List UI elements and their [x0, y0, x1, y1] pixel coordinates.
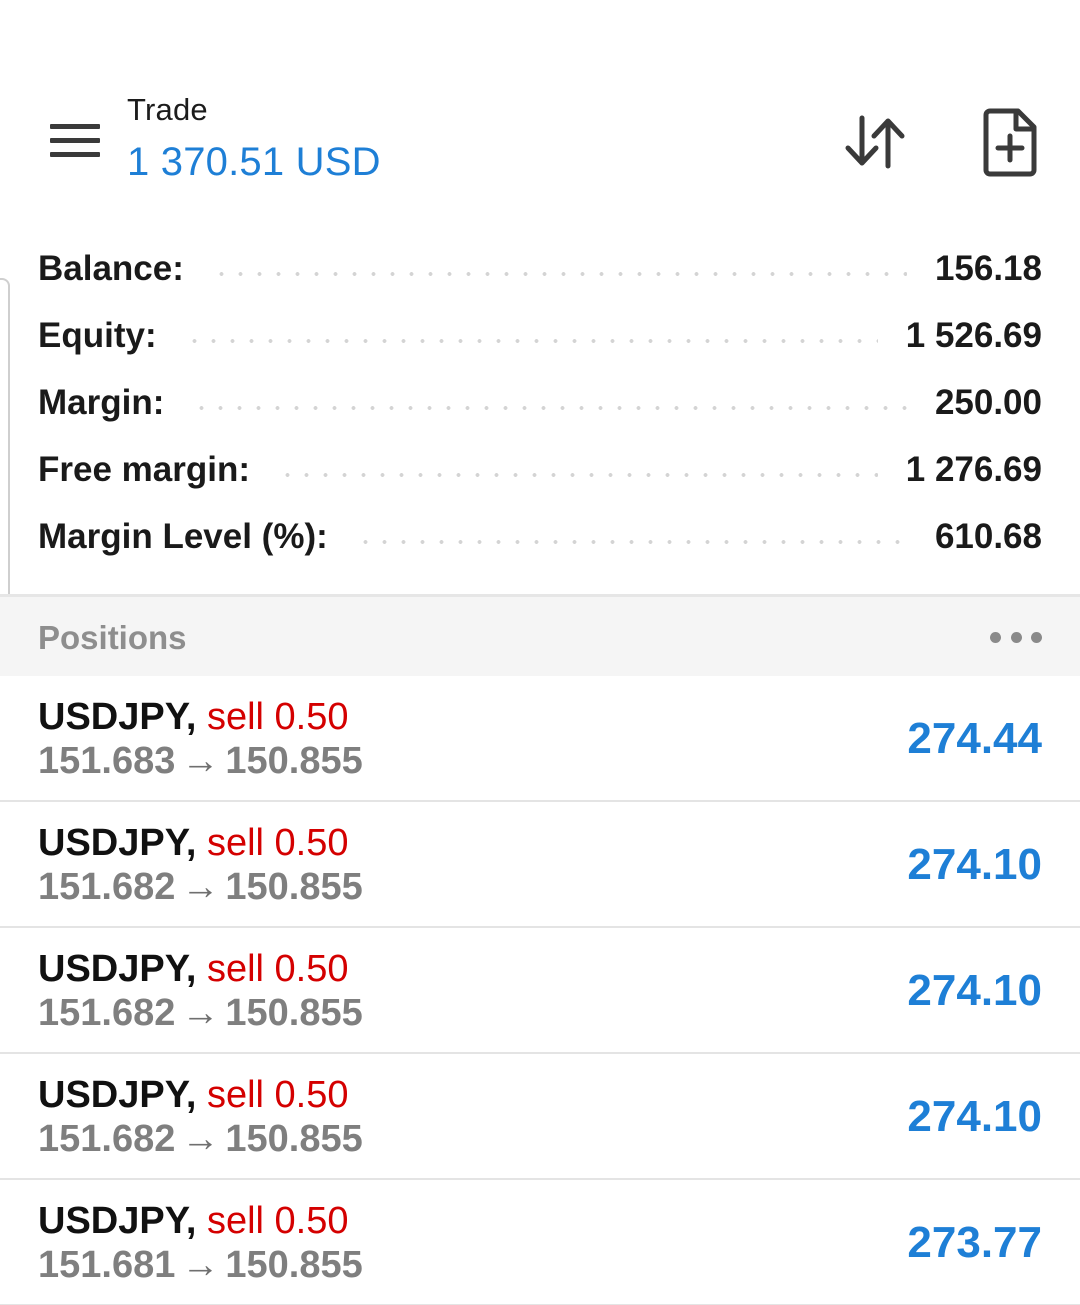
dotted-leader	[211, 272, 907, 276]
account-profit-total: 1 370.51 USD	[127, 140, 381, 184]
free-margin-value: 1 276.69	[905, 450, 1042, 489]
position-profit: 274.10	[907, 840, 1042, 889]
margin-level-value: 610.68	[934, 517, 1042, 556]
positions-list: USDJPY, sell 0.50 151.683 → 150.855 274.44…	[0, 676, 1080, 1305]
right-arrow-icon: →	[181, 1118, 220, 1160]
position-trade-type: sell 0.50	[206, 696, 349, 738]
equity-row: Equity: 1 526.69	[38, 311, 1042, 361]
margin-level-row: Margin Level (%): 610.68	[38, 512, 1042, 562]
position-profit: 274.10	[907, 966, 1042, 1015]
equity-value: 1 526.69	[905, 316, 1042, 355]
position-title: USDJPY, sell 0.50	[38, 696, 349, 739]
balance-label: Balance:	[38, 249, 184, 288]
position-row[interactable]: USDJPY, sell 0.50 151.681 → 150.855 273.77	[0, 1180, 1080, 1305]
open-price: 151.682	[38, 1118, 176, 1160]
current-price: 150.855	[225, 1244, 363, 1286]
equity-label: Equity:	[38, 316, 157, 355]
position-prices: 151.682 → 150.855	[38, 866, 363, 909]
balance-value: 156.18	[934, 249, 1042, 288]
right-arrow-icon: →	[181, 992, 220, 1034]
position-row[interactable]: USDJPY, sell 0.50 151.682 → 150.855 274.10	[0, 802, 1080, 928]
open-price: 151.682	[38, 866, 176, 908]
current-price: 150.855	[225, 866, 363, 908]
open-price: 151.682	[38, 992, 176, 1034]
position-symbol: USDJPY,	[38, 1200, 197, 1242]
open-price: 151.683	[38, 740, 176, 782]
page-title: Trade	[127, 92, 208, 127]
dotted-leader	[184, 339, 878, 343]
right-arrow-icon: →	[181, 1244, 220, 1286]
more-horizontal-icon[interactable]	[990, 627, 1042, 647]
balance-row: Balance: 156.18	[38, 244, 1042, 294]
position-profit: 274.10	[907, 1092, 1042, 1141]
sort-arrows-icon	[845, 115, 905, 169]
position-trade-type: sell 0.50	[206, 1074, 349, 1116]
position-title: USDJPY, sell 0.50	[38, 948, 349, 991]
free-margin-row: Free margin: 1 276.69	[38, 445, 1042, 495]
dotted-leader	[278, 473, 878, 477]
open-price: 151.681	[38, 1244, 176, 1286]
positions-title: Positions	[38, 619, 187, 656]
right-arrow-icon: →	[181, 740, 220, 782]
margin-level-label: Margin Level (%):	[38, 517, 328, 556]
free-margin-label: Free margin:	[38, 450, 250, 489]
right-arrow-icon: →	[181, 866, 220, 908]
new-document-plus-icon	[983, 108, 1037, 177]
position-trade-type: sell 0.50	[206, 1200, 349, 1242]
position-trade-type: sell 0.50	[206, 822, 349, 864]
positions-section-header: Positions	[0, 594, 1080, 676]
dotted-leader	[355, 540, 907, 544]
margin-label: Margin:	[38, 383, 165, 422]
current-price: 150.855	[225, 992, 363, 1034]
position-row[interactable]: USDJPY, sell 0.50 151.682 → 150.855 274.10	[0, 1054, 1080, 1180]
hamburger-menu-icon[interactable]	[44, 112, 104, 168]
trade-screen: Trade 1 370.51 USD Balance: 156.18 Equit…	[0, 0, 1080, 1305]
current-price: 150.855	[225, 740, 363, 782]
position-title: USDJPY, sell 0.50	[38, 1074, 349, 1117]
position-row[interactable]: USDJPY, sell 0.50 151.682 → 150.855 274.10	[0, 928, 1080, 1054]
position-title: USDJPY, sell 0.50	[38, 822, 349, 865]
drawer-edge-handle[interactable]	[0, 278, 10, 612]
position-prices: 151.682 → 150.855	[38, 1118, 363, 1161]
position-symbol: USDJPY,	[38, 822, 197, 864]
margin-value: 250.00	[934, 383, 1042, 422]
position-prices: 151.681 → 150.855	[38, 1244, 363, 1287]
position-title: USDJPY, sell 0.50	[38, 1200, 349, 1243]
position-profit: 273.77	[907, 1218, 1042, 1267]
position-trade-type: sell 0.50	[206, 948, 349, 990]
position-profit: 274.44	[907, 714, 1042, 763]
position-row[interactable]: USDJPY, sell 0.50 151.683 → 150.855 274.44	[0, 676, 1080, 802]
position-symbol: USDJPY,	[38, 696, 197, 738]
position-prices: 151.682 → 150.855	[38, 992, 363, 1035]
dotted-leader	[192, 406, 907, 410]
app-header: Trade 1 370.51 USD	[0, 0, 1080, 220]
sort-button[interactable]	[840, 110, 912, 174]
position-symbol: USDJPY,	[38, 948, 197, 990]
margin-row: Margin: 250.00	[38, 378, 1042, 428]
position-prices: 151.683 → 150.855	[38, 740, 363, 783]
position-symbol: USDJPY,	[38, 1074, 197, 1116]
new-order-button[interactable]	[978, 106, 1044, 178]
current-price: 150.855	[225, 1118, 363, 1160]
